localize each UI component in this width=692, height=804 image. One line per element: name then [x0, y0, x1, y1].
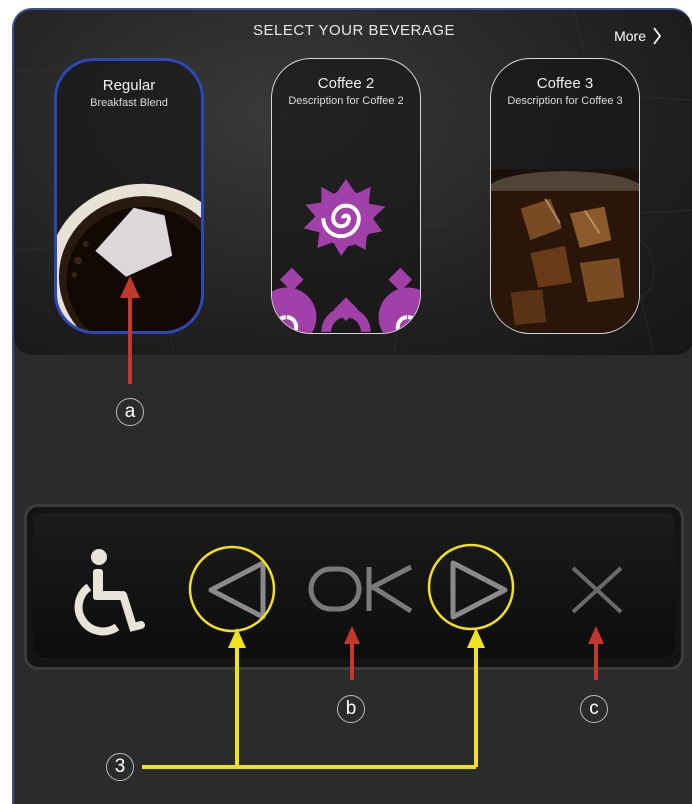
annotation-c: c — [580, 695, 608, 723]
highlight-left-arrow — [188, 545, 276, 633]
annotation-overlay — [120, 276, 604, 769]
arrowhead-c — [588, 626, 604, 644]
arrowhead-b — [344, 626, 360, 644]
annotation-3: 3 — [106, 753, 134, 781]
annotation-b: b — [337, 695, 365, 723]
annotation-a: a — [116, 398, 144, 426]
arrowhead-a — [120, 276, 140, 298]
connector-3 — [142, 646, 478, 769]
arrowhead-3-right — [467, 628, 485, 648]
highlight-right-arrow — [427, 543, 515, 631]
